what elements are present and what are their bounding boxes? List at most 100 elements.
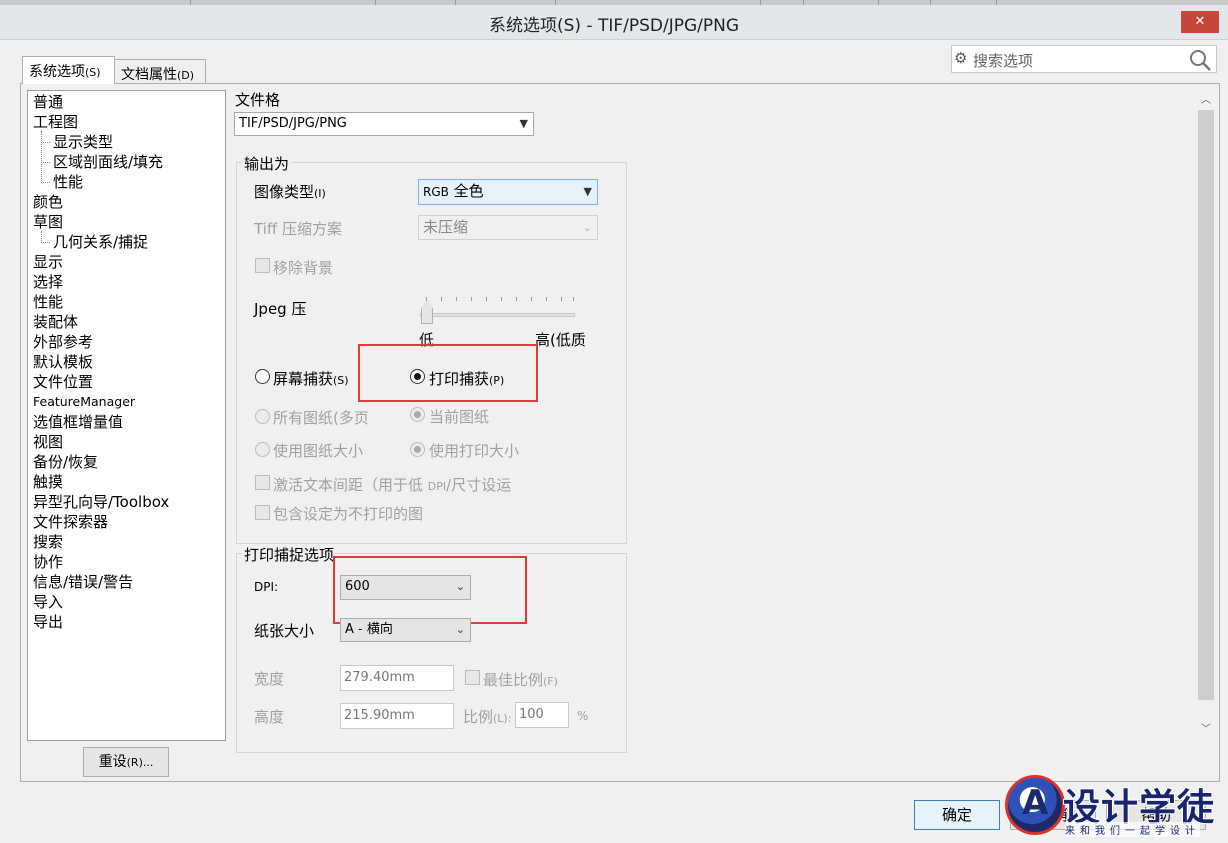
tab-document-properties[interactable]: 文档属性(D) <box>115 59 206 85</box>
use-sheet-size-label: 使用图纸大小 <box>273 442 364 460</box>
use-print-size-label: 使用打印大小 <box>429 442 520 460</box>
text-spacing-checkbox[interactable] <box>255 475 270 490</box>
image-type-label: 图像类型(I) <box>254 183 326 201</box>
tree-connector <box>41 131 42 181</box>
tree-item-search[interactable]: 搜索 <box>33 532 63 552</box>
tree-item-area-hatch[interactable]: 区域剖面线/填充 <box>40 152 163 172</box>
screen-capture-label: 屏幕捕获(S) <box>273 370 349 388</box>
jpeg-compression-slider-track[interactable] <box>420 313 575 317</box>
slider-tick <box>531 297 532 301</box>
print-capture-highlight <box>358 344 538 402</box>
paper-size-value: A - 横向 <box>345 622 393 637</box>
slider-high-label: 高(低质 <box>535 331 586 349</box>
gear-icon[interactable]: ⚙ <box>954 49 967 67</box>
scroll-down-icon[interactable]: ﹀ <box>1196 721 1216 739</box>
slider-tick <box>561 297 562 301</box>
logo-letter: A <box>1022 783 1049 823</box>
content-scrollbar[interactable]: ︿ ﹀ <box>1196 90 1216 741</box>
reset-hotkey: (R)... <box>126 756 154 769</box>
use-sheet-size-radio[interactable] <box>255 442 270 457</box>
chevron-down-icon: ⌄ <box>582 221 592 234</box>
tree-item-display-style[interactable]: 显示类型 <box>40 132 113 152</box>
tree-item-colors[interactable]: 颜色 <box>33 192 63 212</box>
image-type-select[interactable]: RGB 全色 ▼ <box>418 179 598 205</box>
tree-item-view[interactable]: 视图 <box>33 432 63 452</box>
tree-item-external-references[interactable]: 外部参考 <box>33 332 93 352</box>
title-bar: 系统选项(S) - TIF/PSD/JPG/PNG ✕ <box>0 5 1228 40</box>
tree-item-assemblies[interactable]: 装配体 <box>33 312 78 332</box>
tree-item-hole-wizard-toolbox[interactable]: 异型孔向导/Toolbox <box>33 492 169 512</box>
width-input[interactable]: 279.40mm <box>340 665 454 691</box>
scale-label: 比例(L): <box>463 708 512 726</box>
tree-item-sketch[interactable]: 草图 <box>33 212 63 232</box>
scrollbar-thumb[interactable] <box>1198 110 1214 700</box>
all-sheets-radio[interactable] <box>255 409 270 424</box>
tree-item-touch[interactable]: 触摸 <box>33 472 63 492</box>
paper-size-select[interactable]: A - 横向 ⌄ <box>340 618 471 642</box>
tree-item-display[interactable]: 显示 <box>33 252 63 272</box>
tiff-compression-select[interactable]: 未压缩 ⌄ <box>418 215 598 240</box>
slider-tick <box>441 297 442 301</box>
chevron-down-icon: ▼ <box>519 117 528 130</box>
current-sheet-label: 当前图纸 <box>429 408 490 426</box>
tab-label: 文档属性 <box>121 67 177 83</box>
options-tree[interactable]: 普通 工程图 显示类型 区域剖面线/填充 性能 颜色 草图 几何关系/捕捉 显示… <box>27 90 226 741</box>
tree-item-export[interactable]: 导出 <box>33 612 63 632</box>
tree-item-general[interactable]: 普通 <box>33 92 63 112</box>
height-input[interactable]: 215.90mm <box>340 703 454 729</box>
tree-item-messages-errors-warnings[interactable]: 信息/错误/警告 <box>33 572 133 592</box>
tree-item-performance[interactable]: 性能 <box>33 292 63 312</box>
chevron-down-icon: ▼ <box>583 185 592 198</box>
ok-button[interactable]: 确定 <box>914 800 1000 830</box>
tree-item-import[interactable]: 导入 <box>33 592 63 612</box>
magnifier-icon[interactable] <box>1188 48 1212 72</box>
tree-item-file-explorer[interactable]: 文件探索器 <box>33 512 108 532</box>
best-scale-label: 最佳比例(F) <box>483 671 558 689</box>
tree-item-relations-snaps[interactable]: 几何关系/捕捉 <box>40 232 148 252</box>
radio-selected-dot <box>414 446 421 453</box>
search-input[interactable]: ⚙ 搜索选项 <box>951 45 1217 73</box>
output-group-title: 输出为 <box>242 153 292 174</box>
tiff-compression-value: 未压缩 <box>423 218 469 236</box>
tree-item-drawing-performance[interactable]: 性能 <box>40 172 83 192</box>
tree-item-spin-box-increments[interactable]: 选值框增量值 <box>33 412 123 432</box>
width-label: 宽度 <box>254 670 285 688</box>
slider-tick <box>456 297 457 301</box>
scale-input[interactable]: 100 <box>515 702 569 728</box>
jpeg-compression-label: Jpeg 压 <box>254 300 307 318</box>
chevron-down-icon: ⌄ <box>455 623 465 636</box>
scroll-up-icon[interactable]: ︿ <box>1196 92 1216 110</box>
all-sheets-label: 所有图纸(多页 <box>273 409 369 427</box>
tab-system-options[interactable]: 系统选项(S) <box>22 56 115 84</box>
include-noprint-checkbox[interactable] <box>255 505 270 520</box>
tree-item-collaboration[interactable]: 协作 <box>33 552 63 572</box>
best-scale-checkbox[interactable] <box>465 670 480 685</box>
search-placeholder: 搜索选项 <box>973 52 1034 70</box>
slider-tick <box>573 297 574 301</box>
tree-item-featuremanager[interactable]: FeatureManager <box>33 392 135 412</box>
slider-tick <box>486 297 487 301</box>
percent-label: % <box>577 709 589 723</box>
print-options-title: 打印捕捉选项 <box>242 544 337 565</box>
reset-button[interactable]: 重设(R)... <box>83 747 169 777</box>
slider-tick <box>471 297 472 301</box>
screen-capture-radio[interactable] <box>255 369 270 384</box>
file-format-select[interactable]: TIF/PSD/JPG/PNG ▼ <box>234 112 534 136</box>
dpi-highlight <box>333 556 527 624</box>
tab-hotkey: (D) <box>177 69 195 82</box>
window-title: 系统选项(S) - TIF/PSD/JPG/PNG <box>488 16 740 36</box>
current-sheet-radio[interactable] <box>410 407 425 422</box>
tiff-compression-label: Tiff 压缩方案 <box>254 220 342 238</box>
close-button[interactable]: ✕ <box>1181 11 1219 33</box>
tree-item-drawings[interactable]: 工程图 <box>33 112 78 132</box>
radio-selected-dot <box>414 411 421 418</box>
tree-item-selection[interactable]: 选择 <box>33 272 63 292</box>
tree-item-default-templates[interactable]: 默认模板 <box>33 352 93 372</box>
file-format-value: TIF/PSD/JPG/PNG <box>239 116 347 131</box>
remove-background-checkbox[interactable] <box>255 258 270 273</box>
tab-label: 系统选项 <box>29 64 85 80</box>
use-print-size-radio[interactable] <box>410 442 425 457</box>
tree-item-file-locations[interactable]: 文件位置 <box>33 372 93 392</box>
tree-item-backup-recover[interactable]: 备份/恢复 <box>33 452 98 472</box>
tab-hotkey: (S) <box>85 66 101 79</box>
